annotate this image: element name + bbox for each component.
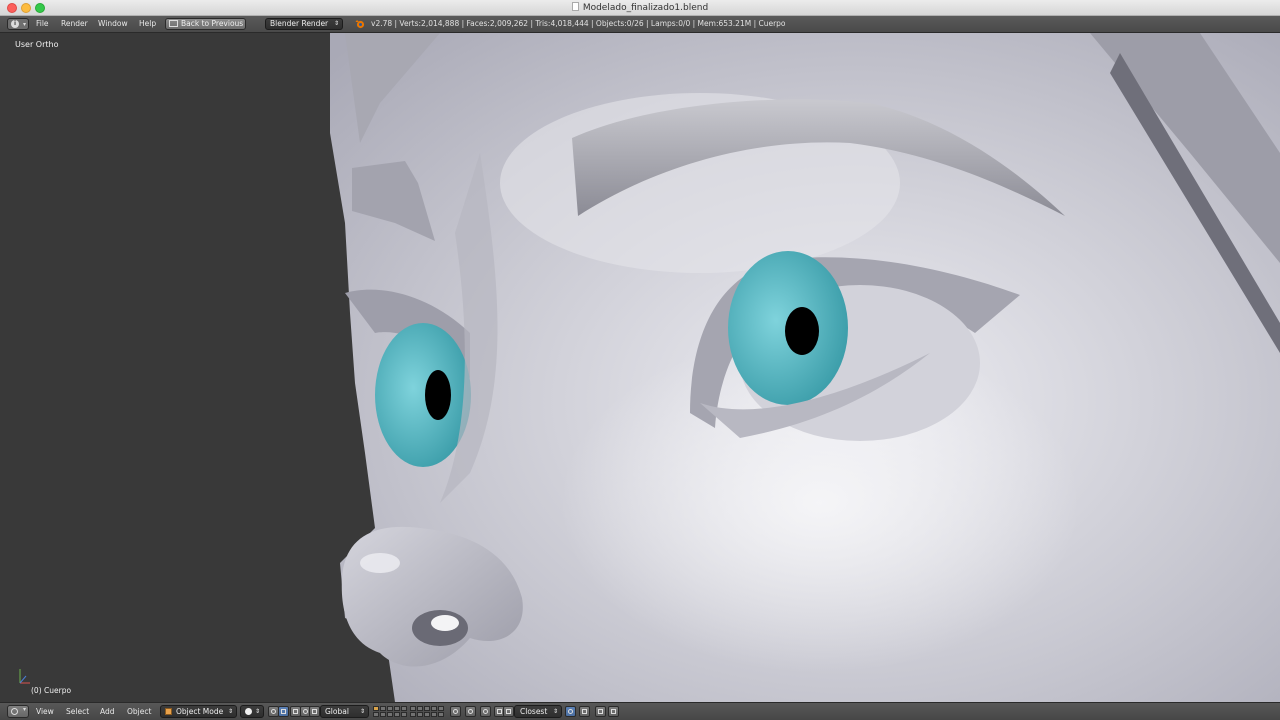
menu-view[interactable]: View bbox=[36, 704, 54, 719]
layer-button[interactable] bbox=[438, 712, 444, 717]
document-icon bbox=[571, 2, 579, 11]
chevron-down-icon: ▾ bbox=[22, 21, 26, 28]
layer-button[interactable] bbox=[401, 706, 407, 711]
layer-button[interactable] bbox=[401, 712, 407, 717]
menu-object[interactable]: Object bbox=[127, 704, 151, 719]
transform-orientation-label: Global bbox=[325, 707, 349, 716]
axis-gizmo-icon bbox=[19, 669, 30, 684]
proportional-edit-button[interactable] bbox=[480, 706, 491, 717]
pivot-point-icon bbox=[271, 709, 276, 714]
layer-button[interactable] bbox=[417, 706, 423, 711]
film-icon bbox=[598, 709, 603, 714]
snap-toggle[interactable] bbox=[503, 706, 514, 717]
layer-button[interactable] bbox=[424, 712, 430, 717]
blender-logo-icon bbox=[355, 20, 365, 29]
3d-viewport[interactable]: User Ortho (0) Cuerpo bbox=[0, 33, 1280, 702]
screen-icon bbox=[169, 20, 178, 27]
updown-arrows-icon: ⇕ bbox=[227, 708, 233, 715]
interaction-mode-label: Object Mode bbox=[176, 707, 224, 716]
window-title-text: Modelado_finalizado1.blend bbox=[582, 3, 709, 13]
lock-camera-button[interactable] bbox=[450, 706, 461, 717]
active-object-label: (0) Cuerpo bbox=[31, 686, 72, 695]
menu-file[interactable]: File bbox=[36, 16, 49, 32]
layer-button[interactable] bbox=[438, 706, 444, 711]
info-header: i ▾ File Render Window Help Back to Prev… bbox=[0, 16, 1280, 33]
info-icon: i bbox=[11, 20, 19, 28]
layer-button[interactable] bbox=[410, 706, 416, 711]
object-mode-icon bbox=[165, 708, 172, 715]
opengl-render-button[interactable] bbox=[579, 706, 590, 717]
layer-button[interactable] bbox=[387, 712, 393, 717]
updown-arrows-icon: ⇕ bbox=[552, 708, 558, 715]
interaction-mode-select[interactable]: Object Mode ⇕ bbox=[160, 705, 237, 718]
menu-render[interactable]: Render bbox=[61, 16, 88, 32]
layer-buttons-group-2[interactable] bbox=[410, 706, 444, 717]
layer-button[interactable] bbox=[417, 712, 423, 717]
menu-help[interactable]: Help bbox=[139, 16, 156, 32]
rendered-model bbox=[330, 33, 1280, 702]
window-title: Modelado_finalizado1.blend bbox=[0, 0, 1280, 16]
snap-icon bbox=[506, 709, 511, 714]
3d-view-icon bbox=[11, 708, 18, 715]
snap-target-label: Closest bbox=[520, 707, 548, 716]
window-titlebar: Modelado_finalizado1.blend bbox=[0, 0, 1280, 16]
chevron-down-icon: ▾ bbox=[22, 706, 26, 713]
render-engine-label: Blender Render bbox=[270, 19, 329, 28]
editor-type-button[interactable]: ▾ bbox=[7, 705, 29, 718]
render-engine-select[interactable]: Blender Render ⇕ bbox=[265, 18, 343, 30]
opengl-animation-button[interactable] bbox=[595, 706, 606, 717]
scale-icon bbox=[312, 709, 317, 714]
layer-button[interactable] bbox=[431, 706, 437, 711]
back-to-previous-label: Back to Previous bbox=[181, 19, 244, 28]
layer-button[interactable] bbox=[410, 712, 416, 717]
updown-arrows-icon: ⇕ bbox=[359, 708, 365, 715]
layer-button[interactable] bbox=[380, 712, 386, 717]
proportional-icon bbox=[483, 709, 488, 714]
updown-arrows-icon: ⇕ bbox=[254, 708, 260, 715]
snap-target-select[interactable]: Closest ⇕ bbox=[514, 705, 562, 718]
render-preview-button[interactable] bbox=[565, 706, 576, 717]
viewport-shading-select[interactable]: ⇕ bbox=[240, 705, 264, 718]
layer-button[interactable] bbox=[380, 706, 386, 711]
back-to-previous-button[interactable]: Back to Previous bbox=[165, 18, 246, 30]
menu-select[interactable]: Select bbox=[66, 704, 89, 719]
manipulator-icon bbox=[281, 709, 286, 714]
editor-type-button[interactable]: i ▾ bbox=[7, 18, 29, 30]
layer-button[interactable] bbox=[424, 706, 430, 711]
render-icon bbox=[468, 709, 473, 714]
image-icon bbox=[582, 709, 587, 714]
lock-icon bbox=[453, 709, 458, 714]
scale-manipulator-button[interactable] bbox=[309, 706, 320, 717]
view-options-button[interactable] bbox=[608, 706, 619, 717]
menu-window[interactable]: Window bbox=[98, 16, 128, 32]
scene-statistics: v2.78 | Verts:2,014,888 | Faces:2,009,26… bbox=[371, 19, 786, 28]
camera-icon bbox=[568, 709, 573, 714]
layer-button[interactable] bbox=[373, 706, 379, 711]
transform-manipulator-toggle[interactable] bbox=[278, 706, 289, 717]
menu-add[interactable]: Add bbox=[100, 704, 115, 719]
view-label: User Ortho bbox=[15, 40, 59, 49]
grid-icon bbox=[611, 709, 616, 714]
updown-arrows-icon: ⇕ bbox=[333, 20, 339, 27]
only-render-button[interactable] bbox=[465, 706, 476, 717]
layer-button[interactable] bbox=[394, 706, 400, 711]
layer-button[interactable] bbox=[431, 712, 437, 717]
layer-button[interactable] bbox=[373, 712, 379, 717]
solid-shading-icon bbox=[245, 708, 252, 715]
layer-button[interactable] bbox=[387, 706, 393, 711]
rotate-icon bbox=[303, 709, 308, 714]
transform-orientation-select[interactable]: Global ⇕ bbox=[320, 705, 369, 718]
layer-button[interactable] bbox=[394, 712, 400, 717]
3d-view-header: ▾ View Select Add Object Object Mode ⇕ ⇕ … bbox=[0, 702, 1280, 720]
layer-buttons-group-1[interactable] bbox=[373, 706, 407, 717]
arrow-icon bbox=[293, 709, 298, 714]
magnet-icon bbox=[497, 709, 502, 714]
